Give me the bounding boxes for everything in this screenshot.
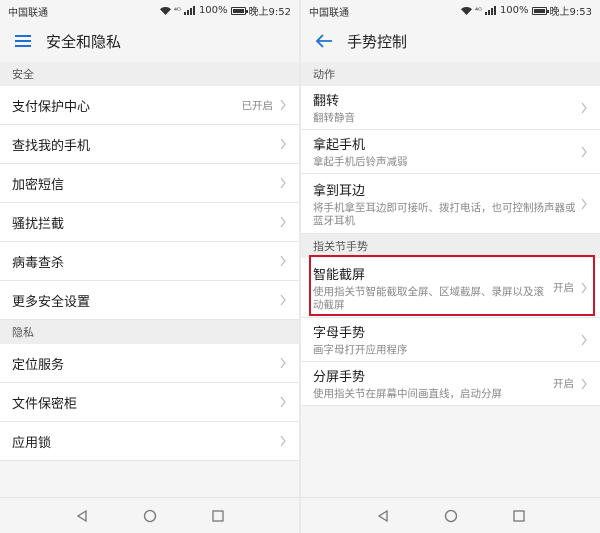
item-flip[interactable]: 翻转 翻转静音	[301, 86, 600, 130]
chevron-right-icon	[280, 294, 286, 306]
nav-back-icon[interactable]	[375, 508, 391, 524]
chevron-right-icon	[581, 282, 587, 293]
app-bar: 安全和隐私	[0, 22, 299, 60]
status-bar: 中国联通 ⁴ᴳ 100% 晚上9:53	[301, 0, 600, 20]
item-raise-to-ear[interactable]: 拿到耳边 将手机拿至耳边即可接听、拨打电话，也可控制扬声器或蓝牙耳机	[301, 174, 600, 234]
carrier-label: 中国联通	[309, 8, 349, 19]
item-more-security[interactable]: 更多安全设置	[0, 281, 299, 320]
item-label: 文件保密柜	[12, 396, 78, 412]
item-label: 字母手势	[313, 326, 366, 341]
item-find-my-phone[interactable]: 查找我的手机	[0, 125, 299, 164]
item-label: 翻转	[313, 94, 340, 109]
chevron-right-icon	[280, 177, 286, 189]
signal-icon	[484, 6, 497, 15]
item-description: 画字母打开应用程序	[313, 344, 408, 356]
security-privacy-screen: 中国联通 ⁴ᴳ 100% 晚上9:52 安全和隐私 安全 支付保护中心 已开启 …	[0, 0, 299, 533]
battery-icon	[230, 6, 248, 15]
system-nav-bar	[301, 497, 600, 533]
nav-home-icon[interactable]	[142, 508, 158, 524]
network-type-label: ⁴ᴳ	[474, 6, 482, 15]
item-description: 拿起手机后铃声减弱	[313, 156, 408, 168]
item-virus-scan[interactable]: 病毒查杀	[0, 242, 299, 281]
item-location-services[interactable]: 定位服务	[0, 344, 299, 383]
item-label: 拿起手机	[313, 138, 366, 153]
nav-home-icon[interactable]	[443, 508, 459, 524]
chevron-right-icon	[280, 99, 286, 111]
clock: 晚上9:53	[549, 7, 592, 18]
item-encrypted-sms[interactable]: 加密短信	[0, 164, 299, 203]
item-label: 智能截屏	[313, 267, 366, 283]
battery-percent: 100%	[198, 5, 228, 16]
chevron-right-icon	[280, 138, 286, 150]
chevron-right-icon	[280, 255, 286, 267]
item-letter-gesture[interactable]: 字母手势 画字母打开应用程序	[301, 318, 600, 362]
item-status: 开启	[553, 282, 574, 294]
status-icons: ⁴ᴳ 100% 晚上9:53	[460, 3, 592, 18]
item-file-safe[interactable]: 文件保密柜	[0, 383, 299, 422]
section-header-knuckle: 指关节手势	[301, 234, 600, 258]
nav-recents-icon[interactable]	[511, 508, 527, 524]
item-status: 开启	[553, 378, 574, 390]
item-app-lock[interactable]: 应用锁	[0, 422, 299, 461]
item-harassment-block[interactable]: 骚扰拦截	[0, 203, 299, 242]
chevron-right-icon	[280, 357, 286, 369]
chevron-right-icon	[280, 396, 286, 408]
item-description: 将手机拿至耳边即可接听、拨打电话，也可控制扬声器或蓝牙耳机	[313, 201, 576, 227]
item-description: 翻转静音	[313, 112, 355, 124]
nav-back-icon[interactable]	[74, 508, 90, 524]
system-nav-bar	[0, 497, 299, 533]
section-header-privacy: 隐私	[0, 320, 299, 344]
status-icons: ⁴ᴳ 100% 晚上9:52	[159, 3, 291, 18]
chevron-right-icon	[581, 334, 587, 345]
gesture-control-screen: 中国联通 ⁴ᴳ 100% 晚上9:53 手势控制 动作 翻转 翻转静音 拿起手机	[301, 0, 600, 533]
item-label: 更多安全设置	[12, 294, 91, 310]
section-header-security: 安全	[0, 62, 299, 86]
item-payment-protection[interactable]: 支付保护中心 已开启	[0, 86, 299, 125]
clock: 晚上9:52	[248, 7, 291, 18]
page-title: 手势控制	[347, 33, 408, 51]
item-label: 拿到耳边	[313, 183, 366, 199]
item-description: 使用指关节智能截取全屏、区域截屏、录屏以及滚动截屏	[313, 285, 544, 311]
item-label: 支付保护中心	[12, 99, 91, 115]
item-label: 定位服务	[12, 357, 65, 373]
item-label: 加密短信	[12, 177, 65, 193]
menu-icon[interactable]	[12, 30, 34, 52]
item-pick-up[interactable]: 拿起手机 拿起手机后铃声减弱	[301, 130, 600, 174]
item-label: 查找我的手机	[12, 138, 91, 154]
item-status: 已开启	[241, 99, 274, 112]
settings-list: 安全 支付保护中心 已开启 查找我的手机 加密短信 骚扰拦截 病毒查杀 更多安全…	[0, 62, 299, 461]
wifi-icon	[460, 6, 472, 15]
item-description: 使用指关节在屏幕中间画直线，启动分屏	[313, 388, 502, 400]
item-smart-screenshot[interactable]: 智能截屏 使用指关节智能截取全屏、区域截屏、录屏以及滚动截屏 开启	[301, 258, 600, 318]
back-arrow-icon[interactable]	[313, 30, 335, 52]
battery-percent: 100%	[499, 5, 529, 16]
item-split-screen-gesture[interactable]: 分屏手势 使用指关节在屏幕中间画直线，启动分屏 开启	[301, 362, 600, 406]
chevron-right-icon	[280, 435, 286, 447]
nav-recents-icon[interactable]	[210, 508, 226, 524]
network-type-label: ⁴ᴳ	[173, 6, 181, 15]
signal-icon	[183, 6, 196, 15]
status-bar: 中国联通 ⁴ᴳ 100% 晚上9:52	[0, 0, 299, 20]
item-label: 病毒查杀	[12, 255, 65, 271]
item-label: 骚扰拦截	[12, 216, 65, 232]
battery-icon	[531, 6, 549, 15]
chevron-right-icon	[581, 146, 587, 157]
page-title: 安全和隐私	[46, 33, 122, 51]
item-label: 分屏手势	[313, 370, 366, 385]
chevron-right-icon	[581, 378, 587, 389]
item-label: 应用锁	[12, 435, 52, 451]
section-header-actions: 动作	[301, 62, 600, 86]
wifi-icon	[159, 6, 171, 15]
settings-list: 动作 翻转 翻转静音 拿起手机 拿起手机后铃声减弱 拿到耳边 将手机拿至耳边即可…	[301, 62, 600, 406]
app-bar: 手势控制	[301, 22, 600, 60]
chevron-right-icon	[581, 102, 587, 113]
chevron-right-icon	[581, 198, 587, 209]
carrier-label: 中国联通	[8, 8, 48, 19]
chevron-right-icon	[280, 216, 286, 228]
